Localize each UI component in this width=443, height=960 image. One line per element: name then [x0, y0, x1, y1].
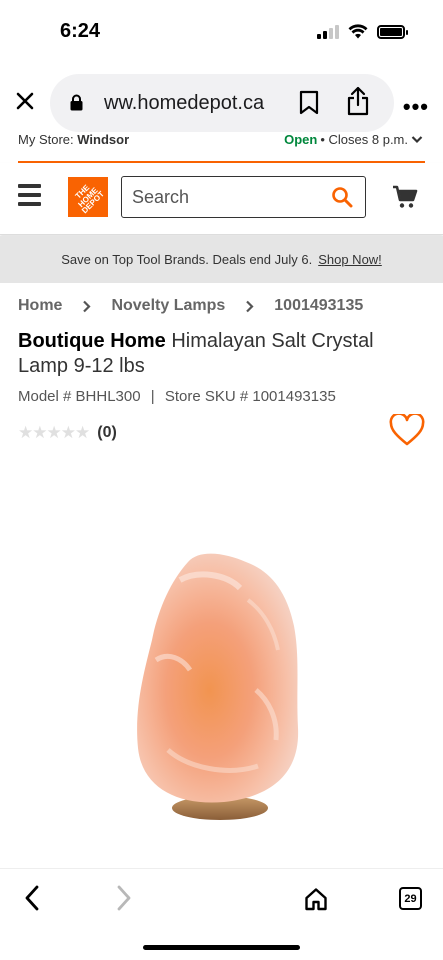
store-name: Windsor	[77, 132, 130, 147]
address-bar[interactable]: ww.homedepot.ca	[50, 74, 394, 132]
review-count[interactable]: (0)	[97, 424, 117, 442]
store-closing-time: • Closes 8 p.m.	[320, 132, 408, 147]
home-indicator	[143, 945, 300, 950]
lock-icon	[70, 94, 83, 111]
battery-icon	[377, 24, 408, 39]
site-header: THE HOME DEPOT Search	[0, 163, 443, 235]
star-icon: ★	[75, 423, 90, 442]
star-icon: ★	[60, 423, 76, 442]
heart-icon[interactable]	[389, 414, 425, 447]
store-label-text: My Store:	[18, 132, 74, 147]
product-image[interactable]	[128, 540, 318, 840]
promo-text: Save on Top Tool Brands. Deals end July …	[61, 252, 313, 267]
star-icon: ★	[32, 423, 47, 442]
shop-now-link[interactable]: Shop Now!	[318, 252, 382, 267]
status-bar: 6:24	[0, 0, 443, 66]
back-icon[interactable]	[24, 885, 40, 911]
chevron-right-icon	[246, 300, 254, 312]
rating[interactable]: ★ ★ ★ ★ ★ (0)	[18, 423, 117, 443]
identifier-divider: |	[150, 388, 155, 405]
url-text: ww.homedepot.ca	[104, 92, 265, 114]
close-icon[interactable]	[14, 90, 36, 112]
breadcrumb-novelty-lamps[interactable]: Novelty Lamps	[111, 297, 225, 315]
store-label: My Store: Windsor	[18, 132, 129, 147]
wifi-icon	[348, 24, 368, 39]
signal-icon	[317, 24, 339, 39]
breadcrumb-home[interactable]: Home	[18, 297, 62, 315]
bookmark-icon[interactable]	[299, 90, 319, 115]
cart-icon[interactable]	[392, 185, 418, 209]
store-sku: Store SKU # 1001493135	[164, 388, 336, 405]
store-open-status: Open	[284, 132, 318, 147]
chevron-right-icon	[83, 300, 92, 312]
search-placeholder: Search	[132, 187, 190, 207]
home-depot-logo[interactable]: THE HOME DEPOT	[68, 177, 108, 217]
browser-url-row: ww.homedepot.ca •••	[0, 72, 443, 134]
product-title: Boutique Home Himalayan Salt Crystal Lam…	[18, 329, 418, 379]
star-icon: ★	[18, 423, 33, 442]
tabs-icon[interactable]: 29	[399, 887, 422, 910]
product-identifiers: Model # BHHL300 | Store SKU # 1001493135	[18, 388, 336, 405]
model-number: Model # BHHL300	[18, 388, 141, 405]
star-icon: ★	[46, 423, 62, 442]
store-hours: Open • Closes 8 p.m.	[284, 132, 423, 147]
home-icon[interactable]	[304, 887, 328, 911]
product-brand[interactable]: Boutique Home	[18, 330, 166, 352]
share-icon[interactable]	[346, 86, 370, 116]
chevron-down-icon[interactable]	[411, 135, 423, 144]
browser-toolbar: 29	[0, 868, 443, 960]
promo-banner: Save on Top Tool Brands. Deals end July …	[0, 236, 443, 283]
search-input[interactable]: Search	[121, 176, 366, 218]
logo-text: THE HOME DEPOT	[73, 182, 107, 216]
store-bar[interactable]: My Store: Windsor Open • Closes 8 p.m.	[18, 130, 425, 163]
breadcrumb-current: 1001493135	[274, 297, 364, 314]
forward-icon[interactable]	[116, 885, 132, 911]
status-icons	[317, 24, 408, 39]
more-icon[interactable]: •••	[403, 94, 429, 120]
search-icon[interactable]	[331, 186, 353, 208]
menu-icon[interactable]	[18, 184, 41, 206]
breadcrumb: Home Novelty Lamps 1001493135	[18, 297, 363, 315]
status-time: 6:24	[60, 20, 101, 42]
